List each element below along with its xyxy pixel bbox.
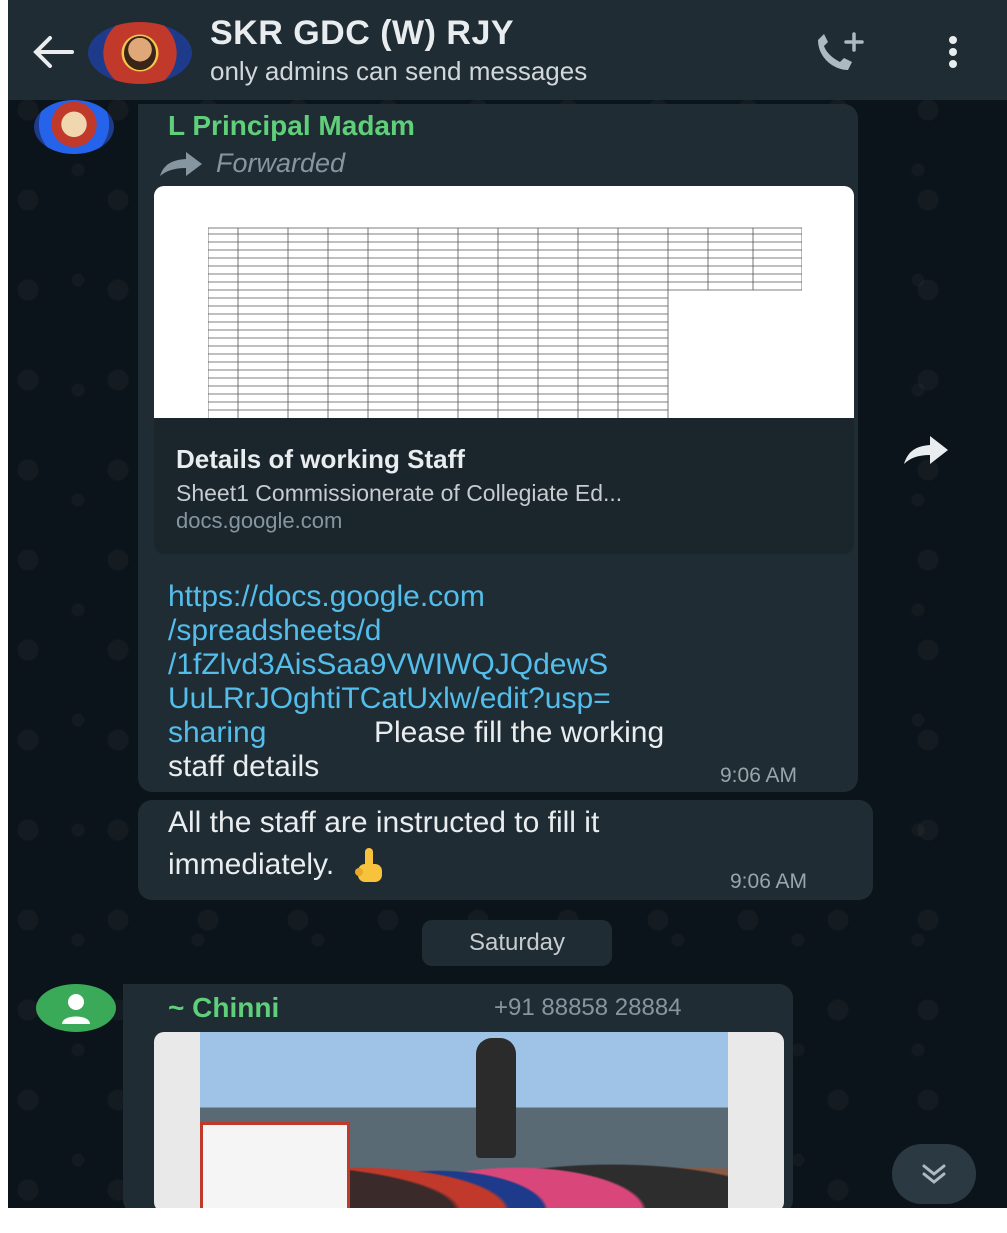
message-link-line[interactable]: /spreadsheets/d <box>168 614 381 648</box>
link-preview-description: Sheet1 Commissionerate of Collegiate Ed.… <box>176 480 623 506</box>
sender-name[interactable]: L Principal Madam <box>168 110 415 142</box>
message-text: All the staff are instructed to fill it <box>168 806 600 839</box>
date-separator: Saturday <box>422 920 612 966</box>
spreadsheet-thumbnail <box>154 186 854 418</box>
link-preview-domain: docs.google.com <box>176 508 343 533</box>
message-link-line[interactable]: sharing <box>168 716 266 750</box>
add-call-icon[interactable] <box>808 30 868 74</box>
sender-phone[interactable]: +91 88858 28884 <box>494 994 682 1022</box>
forwarded-indicator: Forwarded <box>156 146 345 180</box>
group-status[interactable]: only admins can send messages <box>210 56 587 87</box>
sender-avatar[interactable] <box>34 100 114 154</box>
group-name[interactable]: SKR GDC (W) RJY <box>210 14 514 53</box>
spreadsheet-grid <box>208 227 802 418</box>
photo-content <box>200 1032 728 1208</box>
chat-header: SKR GDC (W) RJY only admins can send mes… <box>8 0 1007 100</box>
message-text: Please fill the working <box>374 716 665 749</box>
back-arrow-icon[interactable] <box>28 32 76 72</box>
message-link-line[interactable]: /1fZlvd3AisSaa9VWIWQJQdewS <box>168 648 608 682</box>
scroll-to-bottom-button[interactable] <box>892 1144 976 1204</box>
link-preview-card[interactable]: Details of working Staff Sheet1 Commissi… <box>154 186 854 554</box>
avatar-face <box>124 36 156 70</box>
group-avatar[interactable] <box>88 22 192 84</box>
message-text: immediately. <box>168 847 335 881</box>
forward-arrow-icon <box>160 152 202 176</box>
user-silhouette-icon <box>62 994 90 1024</box>
photo-banner <box>200 1122 350 1208</box>
point-up-icon <box>355 848 383 882</box>
forwarded-label: Forwarded <box>216 147 346 178</box>
more-options-icon[interactable] <box>938 30 968 74</box>
message-text: staff details <box>168 750 320 783</box>
message-time: 9:06 AM <box>730 870 808 893</box>
message-link-line[interactable]: https://docs.google.com <box>168 580 485 614</box>
share-forward-icon[interactable] <box>902 434 950 468</box>
link-preview-title: Details of working Staff <box>176 444 465 474</box>
chat-screen: SKR GDC (W) RJY only admins can send mes… <box>8 0 1007 1208</box>
shared-photo[interactable] <box>154 1032 784 1208</box>
message-link-line[interactable]: UuLRrJOghtiTCatUxlw/edit?usp= <box>168 682 611 716</box>
sender-name[interactable]: ~ Chinni <box>168 992 279 1024</box>
default-user-avatar[interactable] <box>36 984 116 1032</box>
double-chevron-down-icon <box>922 1164 946 1184</box>
message-time: 9:06 AM <box>720 764 798 787</box>
message-text-row: immediately. <box>168 846 386 886</box>
